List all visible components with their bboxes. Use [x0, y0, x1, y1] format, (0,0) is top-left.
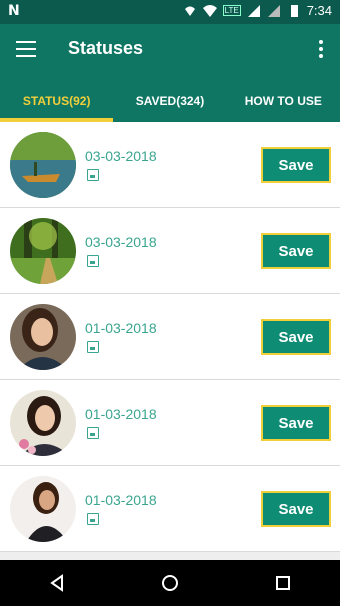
network-type-label: LTE — [222, 5, 241, 16]
home-icon[interactable] — [155, 568, 185, 598]
system-status-bar: N LTE 7:34 — [0, 0, 340, 24]
tab-saved[interactable]: SAVED(324) — [113, 84, 226, 122]
save-button[interactable]: Save — [261, 233, 331, 269]
more-options-icon[interactable] — [318, 40, 324, 58]
signal-icon — [247, 4, 260, 17]
status-date: 01-03-2018 — [85, 406, 157, 422]
status-thumbnail[interactable] — [10, 390, 76, 456]
save-button[interactable]: Save — [261, 147, 331, 183]
tab-how-to-use[interactable]: HOW TO USE — [227, 84, 340, 122]
signal-icon-2 — [267, 4, 280, 17]
status-thumbnail[interactable] — [10, 218, 76, 284]
notification-n-icon: N — [8, 3, 20, 19]
wifi-icon — [202, 4, 217, 17]
save-button[interactable]: Save — [261, 405, 331, 441]
status-thumbnail[interactable] — [10, 476, 76, 542]
list-item[interactable]: 01-03-2018 Save — [0, 380, 340, 466]
wifi-calling-icon — [184, 6, 195, 16]
page-title: Statuses — [68, 38, 144, 58]
image-type-icon — [87, 513, 99, 525]
save-button[interactable]: Save — [261, 319, 331, 355]
app-bar: Statuses STATUS(92) SAVED(324) HOW TO US… — [0, 24, 340, 122]
image-type-icon — [87, 341, 99, 353]
battery-icon — [290, 4, 298, 17]
image-type-icon — [87, 255, 99, 267]
image-type-icon — [87, 427, 99, 439]
status-date: 01-03-2018 — [85, 320, 157, 336]
hamburger-menu-icon[interactable] — [16, 41, 36, 57]
recents-icon[interactable] — [268, 568, 298, 598]
image-type-icon — [87, 169, 99, 181]
back-icon[interactable] — [42, 568, 72, 598]
status-thumbnail[interactable] — [10, 304, 76, 370]
list-item[interactable]: 01-03-2018 Save — [0, 466, 340, 552]
system-navigation-bar — [0, 560, 340, 606]
list-item[interactable]: 03-03-2018 Save — [0, 208, 340, 294]
clock: 7:34 — [306, 3, 332, 18]
status-date: 03-03-2018 — [85, 234, 157, 250]
status-list: 03-03-2018 Save 03-03-2018 Save 01-03-20… — [0, 122, 340, 560]
status-thumbnail[interactable] — [10, 132, 76, 198]
list-item[interactable]: 01-03-2018 Save — [0, 294, 340, 380]
status-date: 01-03-2018 — [85, 492, 157, 508]
tab-bar: STATUS(92) SAVED(324) HOW TO USE — [0, 84, 340, 122]
save-button[interactable]: Save — [261, 491, 331, 527]
status-date: 03-03-2018 — [85, 148, 157, 164]
list-item[interactable]: 03-03-2018 Save — [0, 122, 340, 208]
tab-status[interactable]: STATUS(92) — [0, 84, 114, 122]
